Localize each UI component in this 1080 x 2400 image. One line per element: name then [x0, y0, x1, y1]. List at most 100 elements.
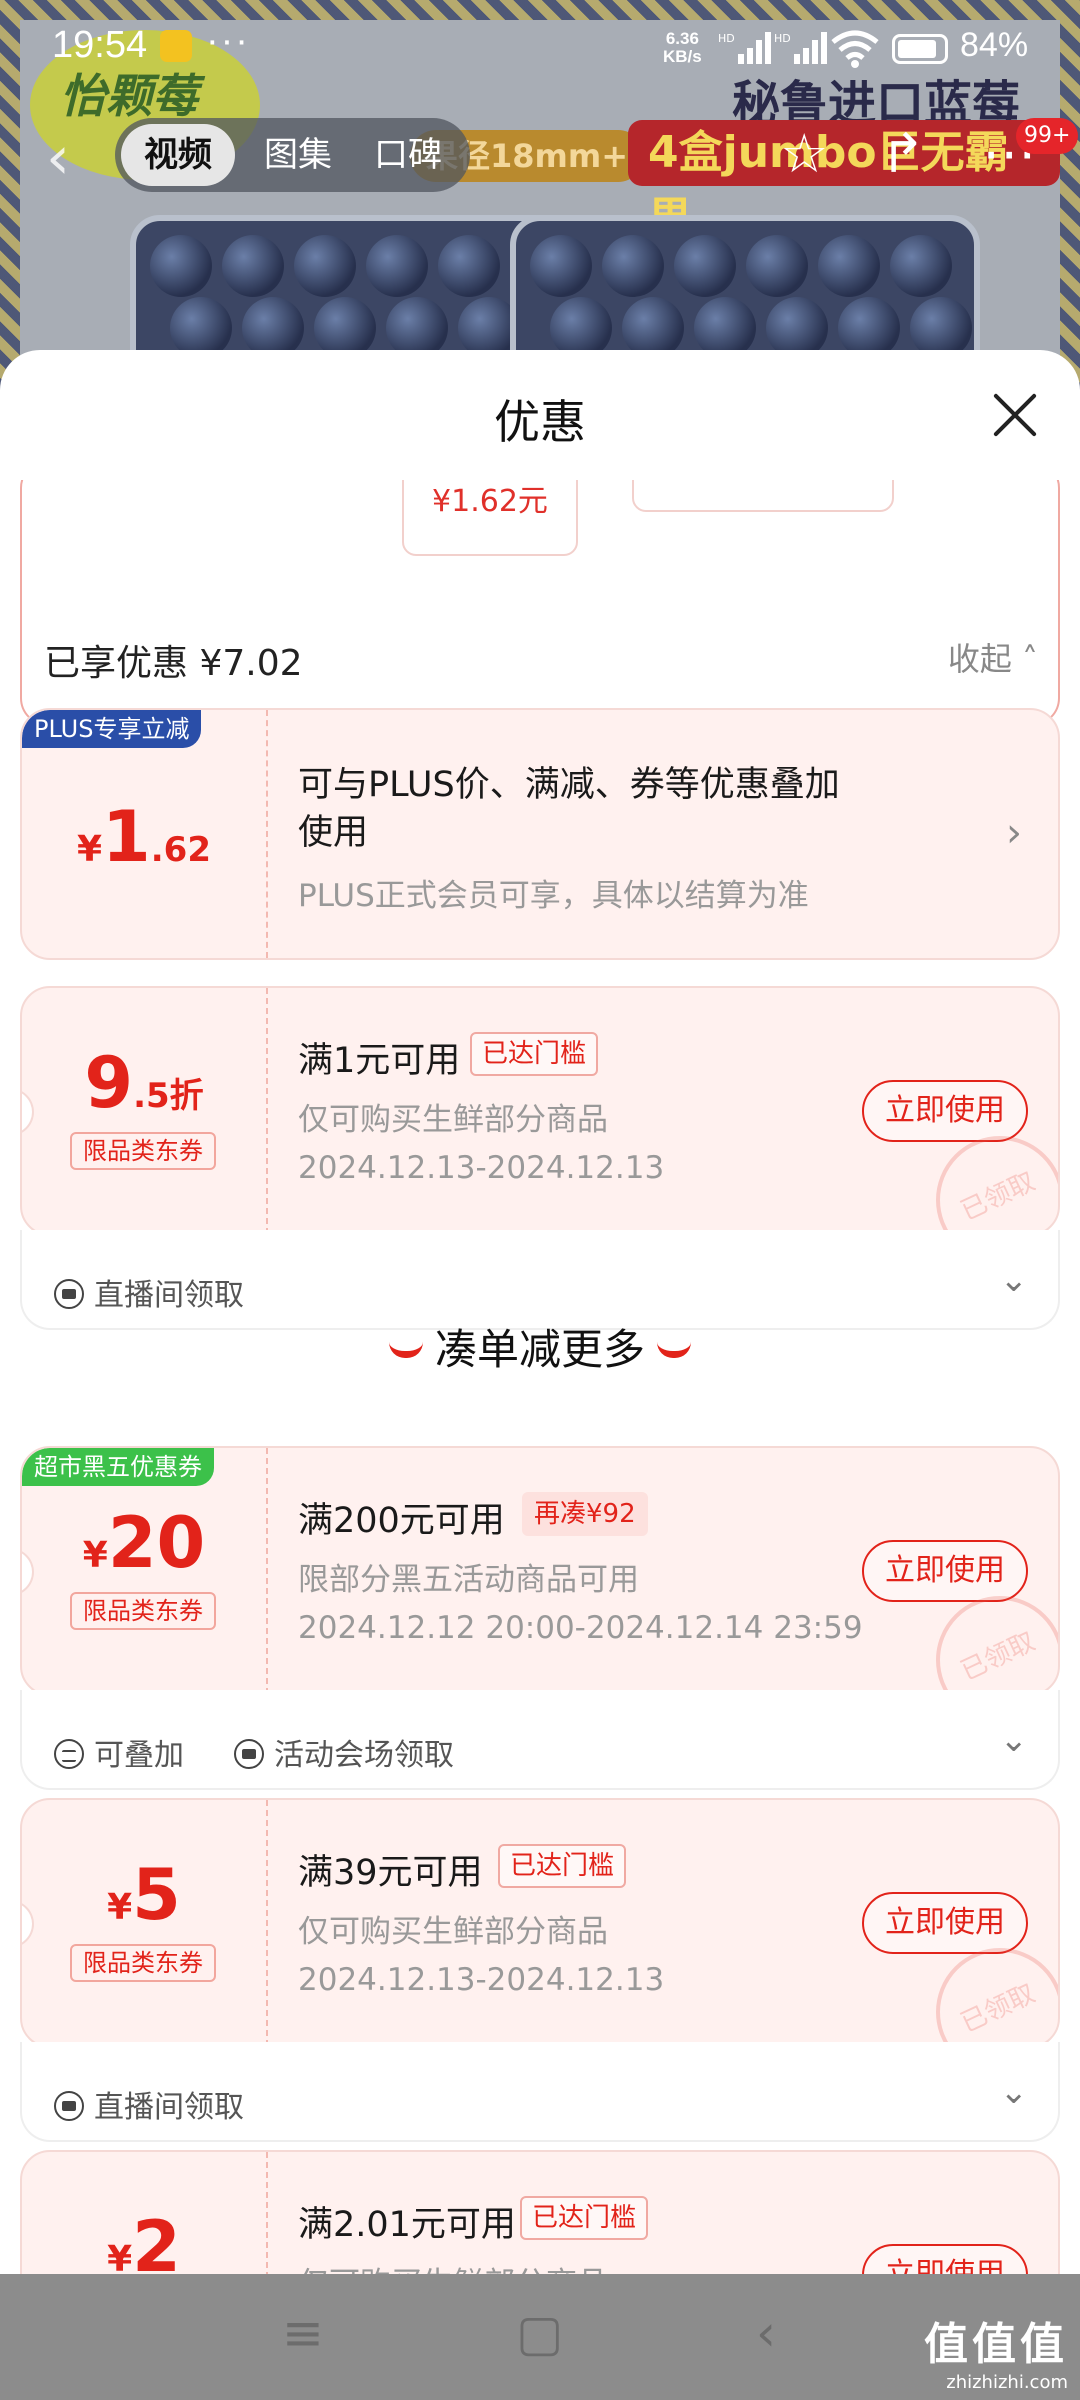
source-label: 活动会场领取 [234, 1730, 454, 1774]
currency-symbol: ¥ [107, 1887, 133, 1928]
coupon-date: 2024.12.12 20:00-2024.12.14 23:59 [298, 1610, 863, 1646]
category-tag: 限品类东券 [70, 1944, 216, 1982]
source-text: 直播间领取 [94, 1278, 244, 1313]
collapse-button[interactable]: 收起 ˄ [948, 634, 1038, 680]
coupon-footer[interactable]: 直播间领取 ⌄ [20, 2042, 1060, 2142]
system-nav-bar: ≡ ▢ ‹ [0, 2274, 1080, 2400]
watermark-logo: 值值值 [924, 2319, 1068, 2370]
smile-icon [657, 1342, 691, 1358]
smile-icon [388, 1342, 423, 1358]
back-arrow-icon[interactable]: ‹ [46, 128, 70, 188]
coupon-title: 满39元可用 [298, 1853, 483, 1893]
ticket-icon [234, 1739, 264, 1769]
card-divider [266, 1800, 268, 2046]
coupon-desc: 限部分黑五活动商品可用 [298, 1562, 639, 1598]
cart-count-badge: 99+ [1016, 118, 1079, 154]
signal-icon: HD [718, 32, 771, 64]
card-divider [266, 1448, 268, 1694]
calc-step-box [632, 480, 894, 512]
use-now-button[interactable]: 立即使用 [862, 1540, 1028, 1602]
plus-discount-card[interactable]: PLUS专享立减 ¥1.62 可与PLUS价、满减、券等优惠叠加 使用 PLUS… [20, 708, 1060, 960]
coupon-card: ¥5 限品类东券 满39元可用 已达门槛 仅可购买生鲜部分商品 2024.12.… [20, 1798, 1060, 2048]
amount-big: 5 [132, 1854, 181, 1936]
plus-title-line1: 可与PLUS价、满减、券等优惠叠加 [298, 765, 840, 805]
share-icon[interactable]: ↱ [880, 126, 925, 182]
coupon-card: 超市黑五优惠券 ¥20 限品类东券 满200元可用 再凑¥92 限部分黑五活动商… [20, 1446, 1060, 1696]
category-tag: 限品类东券 [70, 1592, 216, 1630]
media-tabs: 视频 图集 口碑 [115, 118, 470, 192]
plus-title-line2: 使用 [298, 813, 369, 853]
plus-subtitle: PLUS正式会员可享，具体以结算为准 [298, 878, 809, 914]
status-bar: 19:54 ··· 6.36 KB/s HD HD 84% [0, 0, 1080, 96]
coupon-amount: 9.5折 [22, 1042, 266, 1124]
blueberry [602, 235, 664, 297]
close-icon[interactable] [990, 390, 1040, 440]
clock: 19:54 [52, 24, 148, 66]
tab-reviews[interactable]: 口碑 [355, 118, 461, 192]
signal-hd-label: HD [774, 32, 791, 45]
ticket-icon [54, 2091, 84, 2121]
stack-icon [54, 1739, 84, 1769]
chevron-down-icon[interactable]: ⌄ [1000, 1260, 1029, 1300]
calc-step-box: ¥1.62元 [402, 480, 578, 556]
remaining-badge: 再凑¥92 [522, 1492, 648, 1536]
ticket-icon [54, 1279, 84, 1309]
stackable-label: 可叠加 [54, 1730, 184, 1774]
source-text: 直播间领取 [94, 2090, 244, 2125]
calc-step-value: ¥1.62元 [432, 484, 548, 519]
section-title: 凑单减更多 [0, 1316, 1080, 1377]
amount-int: 1 [102, 796, 151, 878]
chevron-up-icon: ˄ [1022, 640, 1038, 678]
enjoyed-discount-label: 已享优惠 ¥7.02 [44, 643, 303, 684]
signal-hd-label: HD [718, 32, 735, 45]
chevron-down-icon[interactable]: ⌄ [1000, 1720, 1029, 1760]
currency-symbol: ¥ [76, 829, 103, 870]
blueberry [530, 235, 592, 297]
stackable-text: 可叠加 [94, 1738, 184, 1773]
plus-tag: PLUS专享立减 [22, 710, 202, 748]
network-speed-unit: KB/s [663, 47, 702, 66]
menu-icon[interactable]: ≡ [282, 2304, 324, 2362]
black-friday-tag: 超市黑五优惠券 [22, 1448, 214, 1486]
signal-icon: HD [774, 32, 827, 64]
amount-big: 9 [84, 1042, 134, 1124]
notes-app-icon [160, 30, 192, 62]
use-now-button[interactable]: 立即使用 [862, 1080, 1028, 1142]
blueberry [438, 235, 500, 297]
chevron-down-icon[interactable]: ⌄ [1000, 2072, 1029, 2112]
tab-video[interactable]: 视频 [121, 124, 235, 186]
favorite-star-icon[interactable]: ☆ [780, 126, 828, 182]
coupon-footer[interactable]: 可叠加 活动会场领取 ⌄ [20, 1690, 1060, 1790]
claimed-stamp [936, 1136, 1058, 1234]
coupon-title: 满1元可用 [298, 1041, 461, 1081]
coupon-title: 满200元可用 [298, 1501, 505, 1541]
discount-calc-card: ¥1.62元 [20, 480, 1060, 726]
use-now-button[interactable]: 立即使用 [862, 1892, 1028, 1954]
tab-gallery[interactable]: 图集 [245, 118, 351, 192]
claimed-stamp [936, 1596, 1058, 1694]
amount-small: .5折 [133, 1076, 204, 1116]
battery-percent: 84% [960, 26, 1029, 64]
coupon-footer[interactable]: 直播间领取 ⌄ [20, 1230, 1060, 1330]
coupon-amount: ¥20 [22, 1502, 266, 1584]
blueberry [746, 235, 808, 297]
section-title-text: 凑单减更多 [434, 1325, 645, 1374]
collapse-label: 收起 [947, 640, 1012, 678]
category-tag: 限品类东券 [70, 1132, 216, 1170]
blueberry [674, 235, 736, 297]
home-icon[interactable]: ▢ [516, 2304, 563, 2362]
blueberry [818, 235, 880, 297]
back-icon[interactable]: ‹ [756, 2304, 776, 2362]
source-text: 活动会场领取 [274, 1738, 454, 1773]
coupon-desc: 仅可购买生鲜部分商品 [298, 1102, 608, 1138]
source-label: 直播间领取 [54, 2082, 244, 2126]
threshold-badge: 已达门槛 [498, 1844, 627, 1888]
plus-amount: ¥1.62 [22, 796, 266, 878]
coupon-desc: 仅可购买生鲜部分商品 [298, 1914, 608, 1950]
discount-sheet: 优惠 ¥1.62元 已享优惠 ¥7.02 收起 ˄ PLUS专享立减 ¥1.62… [0, 350, 1080, 2400]
chevron-right-icon: › [1006, 810, 1022, 856]
blueberry [890, 235, 952, 297]
coupon-title: 满2.01元可用 [298, 2205, 516, 2245]
network-speed: 6.36 KB/s [663, 30, 702, 66]
coupon-date: 2024.12.13-2024.12.13 [298, 1150, 665, 1186]
